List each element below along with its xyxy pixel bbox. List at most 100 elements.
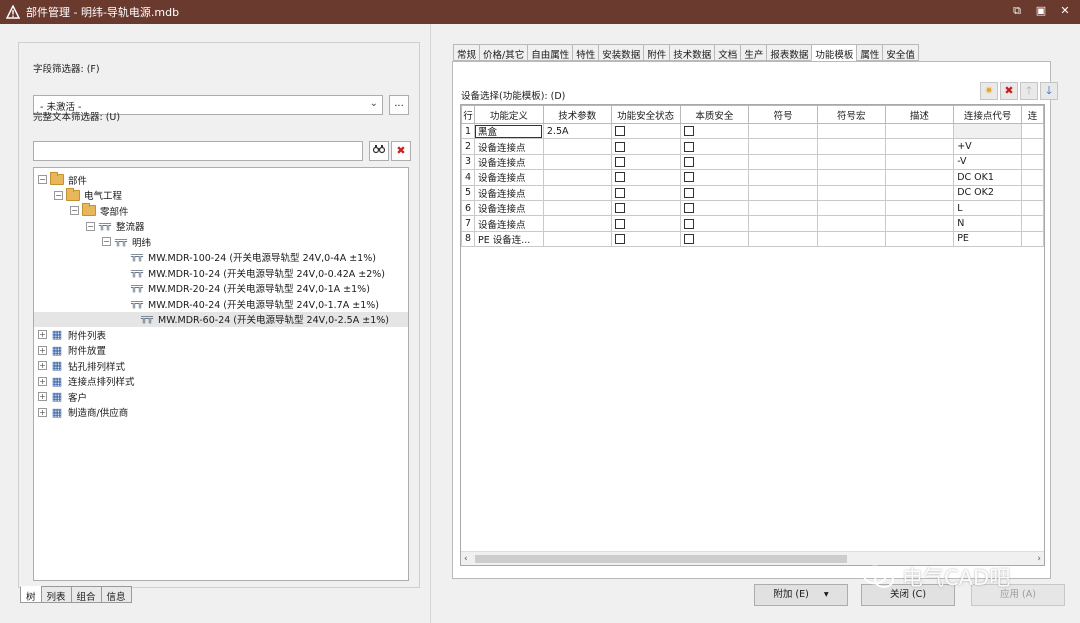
collapse-icon[interactable]: − xyxy=(38,175,47,184)
tab-4[interactable]: 安装数据 xyxy=(598,44,645,61)
checkbox[interactable] xyxy=(614,156,625,167)
column-header[interactable]: 描述 xyxy=(884,105,955,124)
intrinsic-safety-cell[interactable] xyxy=(679,230,750,248)
column-header[interactable]: 连接点代号 xyxy=(953,105,1023,124)
symbol-macro-cell[interactable] xyxy=(816,122,886,140)
scroll-thumb[interactable] xyxy=(475,555,847,563)
tree-item[interactable]: ╦╦ MW.MDR-60-24 (开关电源导轨型 24V,0-2.5A ±1%) xyxy=(34,311,408,327)
tree-item[interactable]: + ▦ 附件列表 xyxy=(38,327,106,342)
symbol-macro-cell[interactable] xyxy=(816,153,886,171)
row-number[interactable]: 5 xyxy=(461,184,475,201)
tech-param-cell[interactable] xyxy=(542,138,612,155)
column-header[interactable]: 功能定义 xyxy=(473,105,544,124)
safety-state-cell[interactable] xyxy=(610,230,681,248)
tab-0[interactable]: 常规 xyxy=(453,44,481,61)
symbol-macro-cell[interactable] xyxy=(816,230,886,248)
overflow-cell[interactable] xyxy=(1021,184,1044,201)
collapse-icon[interactable]: − xyxy=(54,190,63,200)
tab-3[interactable]: 特性 xyxy=(572,44,600,61)
symbol-cell[interactable] xyxy=(748,138,818,155)
connection-point-cell[interactable]: DC OK1 xyxy=(953,169,1023,186)
checkbox[interactable] xyxy=(683,187,694,198)
symbol-cell[interactable] xyxy=(748,215,818,232)
add-dropdown-button[interactable]: 附加 (E) ▾ xyxy=(754,584,848,606)
description-cell[interactable] xyxy=(884,184,955,201)
restore-icon[interactable]: ⧉ xyxy=(1010,4,1024,18)
checkbox[interactable] xyxy=(683,203,694,214)
table-row[interactable]: 2 设备连接点 +V xyxy=(461,138,1044,155)
symbol-macro-cell[interactable] xyxy=(816,199,886,217)
column-header[interactable]: 符号 xyxy=(748,105,818,124)
table-row[interactable]: 4 设备连接点 DC OK1 xyxy=(461,169,1044,186)
row-number[interactable]: 8 xyxy=(461,230,475,248)
text-filter-input[interactable] xyxy=(33,141,363,161)
symbol-cell[interactable] xyxy=(748,122,818,140)
checkbox[interactable] xyxy=(614,218,625,229)
tree-item[interactable]: + ▦ 客户 xyxy=(38,389,87,404)
bottom-tab[interactable]: 信息 xyxy=(100,586,132,603)
tab-9[interactable]: 报表数据 xyxy=(766,44,813,61)
column-header[interactable]: 符号宏 xyxy=(816,105,886,124)
column-header[interactable]: 技术参数 xyxy=(542,105,612,124)
overflow-cell[interactable] xyxy=(1021,199,1044,217)
connection-point-cell[interactable]: PE xyxy=(953,230,1023,248)
column-header[interactable]: 行 xyxy=(461,105,475,124)
expand-icon[interactable]: + xyxy=(38,330,47,339)
table-row[interactable]: 7 设备连接点 N xyxy=(461,215,1044,232)
safety-state-cell[interactable] xyxy=(610,153,681,171)
tab-1[interactable]: 价格/其它 xyxy=(479,44,529,61)
arrow-down-icon[interactable]: 🡓 xyxy=(1040,82,1058,100)
tech-param-cell[interactable] xyxy=(542,169,612,186)
arrow-up-icon[interactable]: 🡑 xyxy=(1020,82,1038,100)
tree-item[interactable]: ╦╦ MW.MDR-10-24 (开关电源导轨型 24V,0-0.42A ±2%) xyxy=(118,265,385,280)
safety-state-cell[interactable] xyxy=(610,122,681,140)
row-number[interactable]: 1 xyxy=(461,122,475,140)
clear-filter-icon[interactable]: ✖ xyxy=(391,141,411,161)
bottom-tab[interactable]: 组合 xyxy=(70,586,102,603)
parts-tree[interactable]: − 部件 − 电气工程 − 零部件 − ╦╦ 整流器 − ╦╦ 明纬 ╦╦ MW.MDR-100-24 (… xyxy=(33,167,409,581)
column-header[interactable]: 连 xyxy=(1021,105,1044,124)
collapse-icon[interactable]: − xyxy=(70,206,79,215)
symbol-cell[interactable] xyxy=(748,199,818,217)
intrinsic-safety-cell[interactable] xyxy=(679,199,750,217)
tech-param-cell[interactable]: 2.5A xyxy=(542,122,612,140)
function-definition-cell[interactable]: 黑盒 xyxy=(473,122,544,140)
bottom-tab[interactable]: 树 xyxy=(20,586,42,603)
description-cell[interactable] xyxy=(884,199,955,217)
checkbox[interactable] xyxy=(614,233,625,244)
intrinsic-safety-cell[interactable] xyxy=(679,122,750,140)
function-definition-cell[interactable]: 设备连接点 xyxy=(473,169,544,186)
column-header[interactable]: 功能安全状态 xyxy=(610,105,681,124)
table-row[interactable]: 6 设备连接点 L xyxy=(461,199,1044,217)
tech-param-cell[interactable] xyxy=(542,230,612,248)
checkbox[interactable] xyxy=(614,172,625,183)
scroll-left-icon[interactable]: ‹ xyxy=(464,552,468,565)
row-number[interactable]: 6 xyxy=(461,199,475,217)
delete-row-icon[interactable]: ✖ xyxy=(1000,82,1018,100)
tab-5[interactable]: 附件 xyxy=(643,44,671,61)
row-number[interactable]: 4 xyxy=(461,169,475,186)
table-row[interactable]: 5 设备连接点 DC OK2 xyxy=(461,184,1044,201)
description-cell[interactable] xyxy=(884,138,955,155)
symbol-cell[interactable] xyxy=(748,230,818,248)
description-cell[interactable] xyxy=(884,169,955,186)
symbol-macro-cell[interactable] xyxy=(816,138,886,155)
intrinsic-safety-cell[interactable] xyxy=(679,215,750,232)
tree-item[interactable]: − ╦╦ 明纬 xyxy=(102,234,151,249)
connection-point-cell[interactable]: -V xyxy=(953,153,1023,171)
connection-point-cell[interactable]: N xyxy=(953,215,1023,232)
checkbox[interactable] xyxy=(683,141,694,152)
function-definition-cell[interactable]: 设备连接点 xyxy=(473,199,544,217)
tree-item[interactable]: − 零部件 xyxy=(70,203,129,218)
safety-state-cell[interactable] xyxy=(610,138,681,155)
expand-icon[interactable]: + xyxy=(38,407,47,417)
tree-item[interactable]: + ▦ 连接点排列样式 xyxy=(38,374,135,389)
tab-6[interactable]: 技术数据 xyxy=(669,44,716,61)
description-cell[interactable] xyxy=(884,230,955,248)
binoculars-icon[interactable] xyxy=(369,141,389,161)
function-definition-cell[interactable]: 设备连接点 xyxy=(473,138,544,155)
intrinsic-safety-cell[interactable] xyxy=(679,138,750,155)
expand-icon[interactable]: + xyxy=(38,376,47,386)
symbol-macro-cell[interactable] xyxy=(816,215,886,232)
bottom-tab[interactable]: 列表 xyxy=(40,586,72,603)
